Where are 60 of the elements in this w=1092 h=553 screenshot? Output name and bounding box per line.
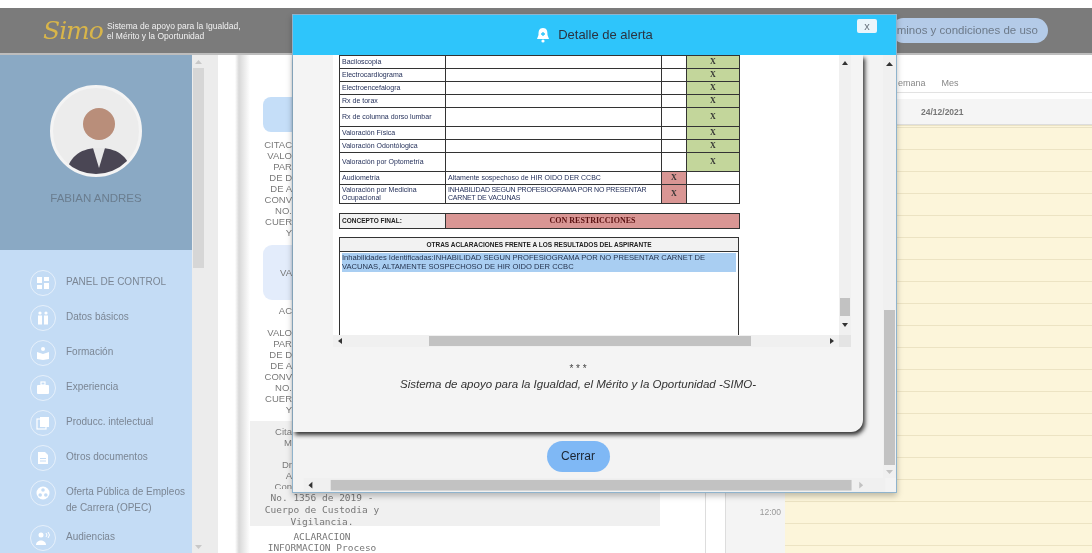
- table-cell: X: [686, 55, 740, 69]
- logo: Simo: [43, 18, 103, 43]
- card-text: VA: [280, 267, 292, 278]
- book-icon: [36, 346, 50, 360]
- bell-icon: [536, 26, 551, 43]
- view-tab[interactable]: Mes: [941, 73, 959, 92]
- sidebar-item[interactable]: Otros documentos: [0, 441, 192, 476]
- text-line: CONV: [263, 194, 292, 205]
- person-speaking-icon: [36, 531, 50, 545]
- dialog-title: Detalle de alerta: [558, 26, 653, 44]
- text-line: Cita: [274, 426, 292, 437]
- close-button[interactable]: x: [857, 19, 877, 33]
- date-header: 24/12/2021: [921, 107, 964, 117]
- text-line: DE D: [268, 172, 292, 183]
- text-line: INFORMACION Proceso: [266, 542, 378, 553]
- document-icon: [36, 451, 50, 465]
- grid-icon: [36, 276, 50, 290]
- table-cell: CON RESTRICCIONES: [445, 213, 740, 229]
- text-line: CONV: [263, 371, 292, 382]
- text-line: M: [283, 437, 292, 448]
- card-background: [263, 97, 292, 132]
- text-line: Cuerpo de Custodia y: [263, 504, 381, 516]
- text-line: No. 1356 de 2019 -: [269, 492, 375, 504]
- heading-text: AC: [277, 305, 292, 316]
- sidebar-item[interactable]: Experiencia: [0, 371, 192, 406]
- text-line: DE D: [268, 349, 292, 360]
- text-line: Y: [284, 404, 292, 415]
- text-line: ACLARACION: [292, 531, 352, 542]
- text-line: CUER: [264, 216, 292, 227]
- sidebar-item[interactable]: PANEL DE CONTROL: [0, 266, 192, 301]
- text-line: CITAC: [263, 139, 292, 150]
- footer-text: Sistema de apoyo para la Igualdad, el Mérito y la Oportunidad -SIMO-: [398, 376, 757, 392]
- text-line: CUER: [264, 393, 292, 404]
- tagline: Sistema de apoyo para la Igualdad,: [106, 20, 241, 31]
- text-line: DE A: [269, 183, 292, 194]
- text-line: PAR: [272, 161, 292, 172]
- sidebar-item[interactable]: Formación: [0, 336, 192, 371]
- sidebar-item[interactable]: Audiencias: [0, 521, 192, 553]
- text-line: VALO: [266, 327, 292, 338]
- people-icon: [36, 311, 50, 325]
- network-icon: [36, 486, 50, 500]
- text-line: Vigilancia.: [289, 516, 355, 528]
- separator-text: * * *: [568, 361, 588, 376]
- text-line: NO.: [274, 382, 292, 393]
- text-line: Dr: [280, 459, 292, 470]
- view-tab[interactable]: emana: [898, 73, 926, 92]
- time-label: 12:00: [758, 506, 781, 519]
- sidebar-item[interactable]: Datos básicos: [0, 301, 192, 336]
- text-line: NO.: [274, 205, 292, 216]
- sidebar-item[interactable]: Oferta Pública de Empleos de Carrera (OPEC): [0, 476, 192, 521]
- close-button[interactable]: Cerrar: [546, 440, 610, 472]
- text-line: A: [284, 470, 292, 481]
- text-line: PAR: [272, 338, 292, 349]
- sidebar-item[interactable]: Producc. intelectual: [0, 406, 192, 441]
- text-line: DE A: [269, 360, 292, 371]
- tagline: el Mérito y la Oportunidad: [106, 30, 206, 41]
- text-line: Y: [284, 227, 292, 238]
- text-line: VALO: [266, 150, 292, 161]
- briefcase-icon: [36, 381, 50, 395]
- documents-icon: [36, 416, 50, 430]
